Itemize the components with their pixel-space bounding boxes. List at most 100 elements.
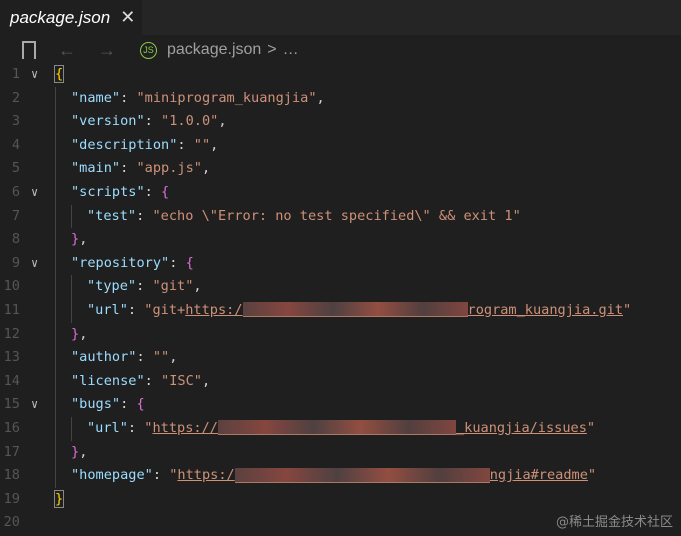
code-token: : xyxy=(136,278,153,295)
code-token: : xyxy=(144,183,162,200)
code-content: "scripts": { xyxy=(55,180,169,205)
indent-guide xyxy=(71,416,87,441)
code-token: "test" xyxy=(87,207,137,224)
code-token: : xyxy=(127,419,145,436)
code-token: , xyxy=(201,372,211,389)
code-line: 6 ∨ "scripts": { xyxy=(0,180,681,205)
code-line: 16 "url": "https://_kuangjia/issues" xyxy=(0,416,681,441)
code-content: "repository": { xyxy=(55,251,194,276)
code-token: "ISC" xyxy=(161,372,202,389)
code-token: " xyxy=(587,467,597,484)
code-token: "main" xyxy=(71,160,121,177)
code-content: "url": "https://_kuangjia/issues" xyxy=(55,416,596,441)
code-token: "scripts" xyxy=(71,183,145,200)
code-token: "version" xyxy=(71,113,145,130)
indent-guide xyxy=(55,440,71,465)
code-token: , xyxy=(79,443,88,460)
fold-chevron-icon[interactable]: ∨ xyxy=(31,181,38,205)
line-number: 9 xyxy=(11,254,20,271)
code-line: 2 "name": "miniprogram_kuangjia", xyxy=(0,86,681,111)
indent-guide xyxy=(71,275,87,299)
code-line: 15 ∨ "bugs": { xyxy=(0,393,681,417)
line-number: 12 xyxy=(3,325,20,342)
close-icon[interactable]: ✕ xyxy=(120,7,135,28)
code-token: "miniprogram_kuangjia" xyxy=(136,89,317,106)
code-content: "bugs": { xyxy=(55,393,145,417)
code-line: 10 "type": "git", xyxy=(0,275,681,299)
code-line: 9 ∨ "repository": { xyxy=(0,251,681,276)
code-token: _kuangjia/issues xyxy=(455,419,587,436)
breadcrumb-file[interactable]: package.json xyxy=(167,41,261,59)
code-token: : xyxy=(120,396,137,413)
code-token: : xyxy=(120,160,137,177)
code-token: "repository" xyxy=(71,254,170,271)
code-line: 19} xyxy=(0,488,681,512)
indent-guide xyxy=(55,346,71,370)
code-token: , xyxy=(79,325,88,342)
code-token: "" xyxy=(152,349,170,366)
redacted-text xyxy=(242,302,468,318)
code-line: 11 "url": "git+https:/ rogram_kuangjia.git… xyxy=(0,298,681,323)
code-content: "license": "ISC", xyxy=(55,369,211,394)
code-token: "bugs" xyxy=(71,396,121,413)
code-content: }, xyxy=(55,440,88,465)
code-line: 17}, xyxy=(0,440,681,465)
code-line: 1 ∨ { xyxy=(0,63,681,87)
code-editor[interactable]: 1 ∨ {2 "name": "miniprogram_kuangjia", 3 "ver… xyxy=(0,63,681,535)
line-number: 7 xyxy=(11,207,20,224)
line-number: 17 xyxy=(3,443,20,460)
code-token: , xyxy=(79,231,88,248)
line-number: 3 xyxy=(11,113,20,130)
tab-package-json[interactable]: package.json ✕ xyxy=(0,0,142,35)
indent-guide xyxy=(55,157,71,181)
code-token: " xyxy=(586,419,596,436)
line-number: 19 xyxy=(3,490,20,507)
code-line: 18 "homepage": "https:/ngjia#readme" xyxy=(0,464,681,488)
code-token: { xyxy=(53,65,65,83)
code-token: "type" xyxy=(87,278,137,295)
code-token: : xyxy=(144,113,162,130)
line-number: 2 xyxy=(11,89,20,106)
code-line: 7 "test": "echo \"Error: no test specifie… xyxy=(0,204,681,229)
fold-chevron-icon[interactable]: ∨ xyxy=(31,63,38,87)
indent-guide xyxy=(55,298,71,323)
back-arrow-icon[interactable]: ← xyxy=(58,40,76,61)
code-token: ngjia#readme xyxy=(489,467,588,484)
code-content: }, xyxy=(55,322,88,347)
indent-guide xyxy=(55,133,71,158)
code-token: "name" xyxy=(71,89,121,106)
indent-guide xyxy=(55,322,71,347)
code-token: "homepage" xyxy=(71,467,153,484)
code-token: "git" xyxy=(152,278,194,295)
code-token: "1.0.0" xyxy=(161,113,219,130)
code-content: "version": "1.0.0", xyxy=(55,110,227,134)
code-token: rogram_kuangjia.git xyxy=(467,301,624,318)
code-token: , xyxy=(218,113,227,130)
code-token: https:// xyxy=(152,419,218,436)
indent-guide xyxy=(71,298,87,323)
line-number: 13 xyxy=(3,349,20,366)
code-token: { xyxy=(185,254,194,271)
code-line: 5 "main": "app.js", xyxy=(0,157,681,181)
breadcrumb: ← → JS package.json > … xyxy=(0,35,681,65)
code-token: , xyxy=(316,89,325,106)
breadcrumb-more[interactable]: … xyxy=(283,41,299,59)
code-content: } xyxy=(53,488,65,512)
indent-guide xyxy=(55,416,71,441)
indent-guide xyxy=(55,228,71,252)
line-number: 6 xyxy=(11,183,20,200)
code-token: , xyxy=(210,136,219,153)
tab-title: package.json xyxy=(10,7,111,27)
fold-chevron-icon[interactable]: ∨ xyxy=(31,393,38,417)
fold-chevron-icon[interactable]: ∨ xyxy=(31,252,38,276)
code-token: } xyxy=(71,443,80,460)
line-number: 10 xyxy=(3,278,20,295)
tab-bar: package.json ✕ xyxy=(0,0,681,35)
forward-arrow-icon[interactable]: → xyxy=(98,40,116,61)
code-token: : xyxy=(144,372,162,389)
code-token: : xyxy=(152,467,170,484)
code-line: 14 "license": "ISC", xyxy=(0,369,681,394)
line-number: 1 xyxy=(11,66,20,82)
bookmark-icon[interactable] xyxy=(22,41,36,59)
code-token: "license" xyxy=(71,372,145,389)
